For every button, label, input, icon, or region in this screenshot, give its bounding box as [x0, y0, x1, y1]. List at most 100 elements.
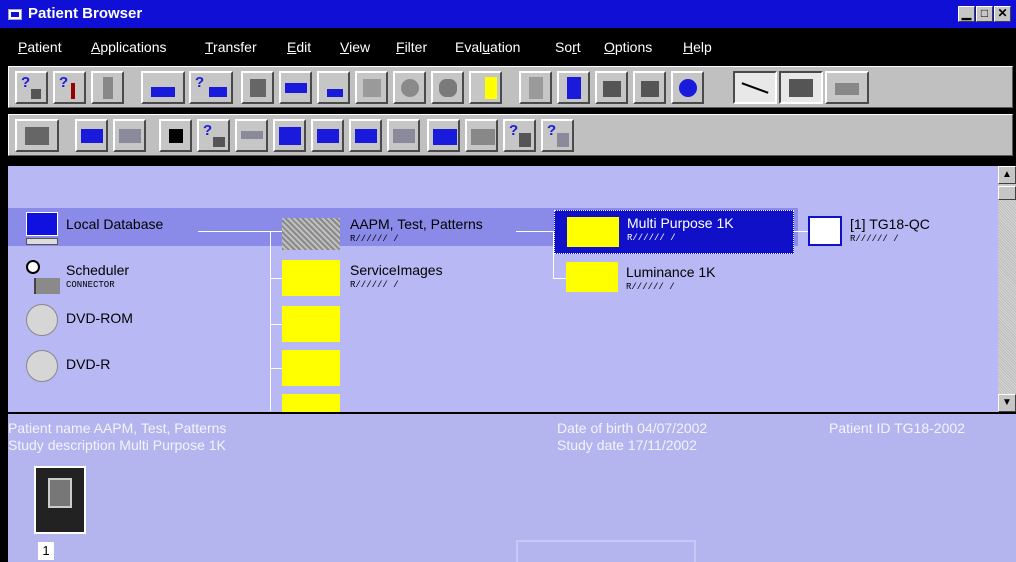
tree-button[interactable] [469, 71, 502, 104]
info-button[interactable] [317, 71, 350, 104]
filter-icon [433, 129, 457, 145]
help-series-button[interactable]: ? [541, 119, 574, 152]
source-label: DVD-R [66, 356, 111, 372]
study-description: Study description Multi Purpose 1K [8, 437, 226, 453]
scroll-thumb[interactable] [998, 186, 1016, 200]
help-edit-button[interactable]: ? [189, 71, 233, 104]
close-patient-button[interactable] [15, 119, 59, 152]
tree-connector [198, 231, 288, 232]
source-sub: CONNECTOR [66, 280, 115, 290]
help-send-button[interactable]: ? [197, 119, 230, 152]
archive-icon [401, 79, 419, 97]
cross-icon [741, 82, 769, 94]
patient-label: ServiceImages [350, 262, 443, 278]
source-label: DVD-ROM [66, 310, 133, 326]
secondary-toolbar: ? ? ? [8, 114, 1013, 156]
import-button[interactable] [75, 119, 108, 152]
series-head-icon [808, 216, 842, 246]
series-icon [557, 133, 569, 147]
patient-sub: R////// / [350, 234, 399, 244]
disc-icon [26, 304, 58, 336]
series-label: [1] TG18-QC [850, 216, 930, 232]
scroll-down-button[interactable]: ▼ [998, 394, 1016, 412]
image-icon [363, 79, 381, 97]
help-info-button[interactable]: ? [53, 71, 86, 104]
menu-edit[interactable]: Edit [287, 39, 311, 55]
menu-help[interactable]: Help [683, 39, 712, 55]
forward-button[interactable] [349, 119, 382, 152]
send-button[interactable] [311, 119, 344, 152]
export-button[interactable] [113, 119, 146, 152]
anonymize-button[interactable] [431, 71, 464, 104]
ghost-frame [516, 540, 696, 562]
clear-button[interactable] [733, 71, 777, 104]
send-icon [317, 129, 339, 143]
maximize-button[interactable]: □ [976, 6, 993, 22]
filter-v-button[interactable] [465, 119, 498, 152]
edit-icon [209, 87, 227, 97]
view-button[interactable] [779, 71, 823, 104]
menu-applications[interactable]: Applications [91, 39, 167, 55]
transfer-icon [285, 83, 307, 93]
help-patient-button[interactable]: ? [15, 71, 48, 104]
verify-button[interactable] [273, 119, 306, 152]
image-button[interactable] [355, 71, 388, 104]
menu-transfer[interactable]: Transfer [205, 39, 257, 55]
menu-sort[interactable]: Sort [555, 39, 581, 55]
edit-button[interactable] [141, 71, 185, 104]
archive-button[interactable] [393, 71, 426, 104]
folder-icon [282, 350, 340, 386]
computer-icon [26, 212, 58, 236]
menu-evaluation[interactable]: Evaluation [455, 39, 520, 55]
layout-button[interactable] [159, 119, 192, 152]
send-icon [213, 137, 225, 147]
window-menu-icon[interactable] [8, 9, 22, 20]
queue-icon [393, 129, 415, 143]
print-button[interactable] [241, 71, 274, 104]
grid-icon [103, 77, 113, 99]
check-icon [279, 127, 301, 145]
source-label: Local Database [66, 216, 164, 232]
menu-filter[interactable]: Filter [396, 39, 427, 55]
source-label: Scheduler [66, 262, 130, 278]
date-of-birth: Date of birth 04/07/2002 [557, 420, 708, 436]
tree-connector [270, 231, 271, 411]
help-select-button[interactable]: ? [503, 119, 536, 152]
info-panel: Patient name AAPM, Test, Patterns Study … [8, 414, 1016, 562]
first-button[interactable] [235, 119, 268, 152]
refresh-button[interactable] [671, 71, 704, 104]
question-icon: ? [203, 122, 213, 139]
scroll-up-button[interactable]: ▲ [998, 166, 1016, 184]
compare-button[interactable] [825, 71, 869, 104]
menu-view[interactable]: View [340, 39, 370, 55]
tree-scrollbar[interactable]: ▲ ▼ [998, 166, 1016, 412]
menu-patient[interactable]: Patient [18, 39, 62, 55]
head-icon [439, 79, 457, 97]
list-button[interactable] [519, 71, 552, 104]
transfer-button[interactable] [279, 71, 312, 104]
cut-button[interactable] [557, 71, 590, 104]
list-icon [529, 77, 543, 99]
patient-tree[interactable]: Local Database Scheduler CONNECTOR DVD-R… [8, 166, 998, 412]
close-button[interactable]: ✕ [994, 6, 1011, 22]
copy-button[interactable] [595, 71, 628, 104]
patient-name: Patient name AAPM, Test, Patterns [8, 420, 227, 436]
paste-button[interactable] [633, 71, 666, 104]
connector-icon [34, 278, 60, 294]
select-icon [519, 133, 531, 147]
question-icon: ? [509, 122, 519, 139]
filter-2-button[interactable] [427, 119, 460, 152]
title-bar[interactable]: Patient Browser ▁ □ ✕ [0, 0, 1016, 28]
menu-options[interactable]: Options [604, 39, 652, 55]
queue-button[interactable] [387, 119, 420, 152]
image-thumbnail[interactable] [34, 466, 86, 534]
compare-icon [835, 83, 859, 95]
view-icon [789, 79, 813, 97]
series-sub: R////// / [850, 234, 899, 244]
paste-icon [641, 81, 659, 97]
window-title: Patient Browser [28, 5, 143, 22]
study-multi-purpose[interactable]: Multi Purpose 1K R////// / [554, 210, 794, 254]
folder-icon [282, 394, 340, 412]
delete-button[interactable] [91, 71, 124, 104]
minimize-button[interactable]: ▁ [958, 6, 975, 22]
